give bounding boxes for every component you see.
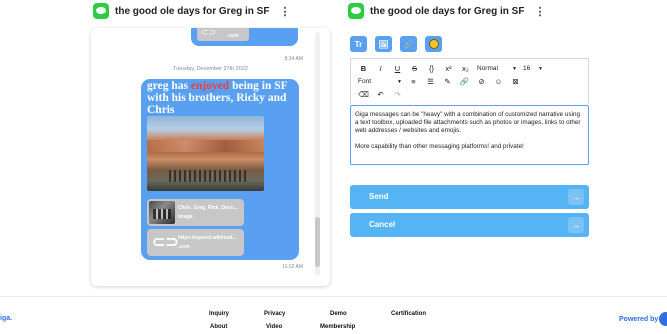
size-select-value: 16 <box>523 65 531 72</box>
link-icon: ⊂⊃ <box>201 28 217 37</box>
footer-link-inquiry[interactable]: Inquiry <box>209 311 229 317</box>
link-icon: ⊂⊃ <box>152 234 179 251</box>
list-icon[interactable]: ☰ <box>422 77 439 86</box>
previous-message-bubble[interactable]: ⊂⊃ .com <box>191 28 298 46</box>
more-menu-icon[interactable]: ⋮ <box>279 5 290 18</box>
link-url-suffix: .com <box>178 244 190 250</box>
align-icon[interactable]: ≡ <box>405 77 422 86</box>
chat-title: the good ole days for Greg in SF <box>370 5 525 17</box>
emoji-button[interactable] <box>425 36 442 52</box>
chevron-down-icon: ▼ <box>512 65 517 72</box>
footer-link-membership[interactable]: Membership <box>320 324 355 330</box>
previous-attachment[interactable]: ⊂⊃ .com <box>197 28 249 41</box>
message-editor-area[interactable]: Giga messages can be "heavy" with a comb… <box>350 105 589 165</box>
editor-paragraph: Giga messages can be "heavy" with a comb… <box>355 111 581 134</box>
message-bubble[interactable]: greg has enjoyed being in SF with his br… <box>141 79 299 260</box>
attachment-type: image <box>178 214 193 220</box>
chat-title: the good ole days for Greg in SF <box>115 5 270 17</box>
grand-canyon-photo[interactable] <box>147 116 264 191</box>
message-time: 11:02 AM <box>282 264 303 270</box>
font-select-value: Font <box>358 78 372 85</box>
scrollbar-thumb[interactable] <box>315 217 320 267</box>
send-button-label: Send <box>369 192 389 201</box>
powered-by-logo[interactable] <box>659 312 667 326</box>
chat-panel[interactable]: ⊂⊃ .com 8:34 AM Tuesday, December 27th 2… <box>91 28 330 286</box>
code-button[interactable]: {} <box>423 64 440 73</box>
message-text-part: greg has <box>147 80 191 92</box>
link-attachment[interactable]: ⊂⊃ https://upsnot.wikimed... .com <box>147 229 244 256</box>
italic-button[interactable]: I <box>372 64 389 73</box>
left-chat-header: the good ole days for Greg in SF ⋮ <box>93 3 290 19</box>
font-select[interactable]: Font ▼ <box>355 78 405 85</box>
superscript-button[interactable]: x² <box>440 64 457 73</box>
site-footer: iga. Inquiry About Privacy Video Demo Me… <box>0 296 667 334</box>
pen-icon[interactable]: ✎ <box>439 77 456 86</box>
cancel-button-label: Cancel <box>369 220 396 229</box>
arrow-right-icon: → <box>568 217 584 233</box>
heading-select[interactable]: Normal ▼ <box>474 65 520 72</box>
strike-button[interactable]: S <box>406 64 423 73</box>
editor-paragraph: More capability than other messaging pla… <box>355 143 524 150</box>
image-attachment[interactable]: Chris_Greg_Rick_Dece... image <box>147 199 244 226</box>
redo-icon[interactable]: ↷ <box>389 90 406 99</box>
image-icon[interactable]: ⊠ <box>507 77 524 86</box>
right-chat-header: the good ole days for Greg in SF ⋮ <box>348 3 545 19</box>
footer-link-video[interactable]: Video <box>266 324 282 330</box>
link-icon[interactable]: 🔗 <box>456 77 473 86</box>
chat-scrollbar[interactable] <box>315 32 320 276</box>
rich-text-editor: B I U S {} x² x₂ Normal ▼ 16 ▼ Font ▼ ≡ ☰ ✎… <box>350 58 589 165</box>
image-upload-button[interactable]: 🖼 <box>375 36 392 52</box>
subscript-button[interactable]: x₂ <box>457 64 474 73</box>
previous-attachment-text: .com <box>227 33 239 39</box>
attachment-thumbnail <box>149 201 175 224</box>
chat-app-icon <box>348 3 364 19</box>
footer-link-privacy[interactable]: Privacy <box>264 311 285 317</box>
heading-select-value: Normal <box>477 65 498 72</box>
date-separator: Tuesday, December 27th 2022 <box>173 66 248 72</box>
bold-button[interactable]: B <box>355 64 372 73</box>
send-button[interactable]: Send → <box>350 185 589 209</box>
underline-button[interactable]: U <box>389 64 406 73</box>
emoji-icon[interactable]: ☺ <box>490 77 507 86</box>
message-text: greg has enjoyed being in SF with his br… <box>147 80 297 116</box>
footer-link-certification[interactable]: Certification <box>391 311 426 317</box>
eraser-icon[interactable]: ⌫ <box>355 90 372 99</box>
unlink-icon[interactable]: ⊘ <box>473 77 490 86</box>
arrow-right-icon: → <box>568 189 584 205</box>
link-button[interactable]: 🔗 <box>400 36 417 52</box>
emoji-icon <box>428 39 439 49</box>
editor-toolbar: B I U S {} x² x₂ Normal ▼ 16 ▼ Font ▼ ≡ ☰ ✎… <box>350 58 589 104</box>
attachment-filename: Chris_Greg_Rick_Dece... <box>178 205 238 211</box>
footer-link-demo[interactable]: Demo <box>330 311 347 317</box>
chevron-down-icon: ▼ <box>397 78 402 85</box>
powered-by-text: Powered by <box>619 316 659 323</box>
text-tool-button[interactable]: Tr <box>350 36 367 52</box>
footer-link-about[interactable]: About <box>210 324 227 330</box>
more-menu-icon[interactable]: ⋮ <box>534 5 545 18</box>
link-url: https://upsnot.wikimed... <box>178 235 237 241</box>
size-select[interactable]: 16 ▼ <box>520 65 546 72</box>
chat-app-icon <box>93 3 109 19</box>
chevron-down-icon: ▼ <box>538 65 543 72</box>
footer-brand[interactable]: iga. <box>0 315 12 322</box>
undo-icon[interactable]: ↶ <box>372 90 389 99</box>
message-text-highlight: enjoyed <box>190 80 230 92</box>
message-tool-buttons: Tr 🖼 🔗 <box>350 36 442 52</box>
cancel-button[interactable]: Cancel → <box>350 213 589 237</box>
message-time: 8:34 AM <box>284 56 303 62</box>
